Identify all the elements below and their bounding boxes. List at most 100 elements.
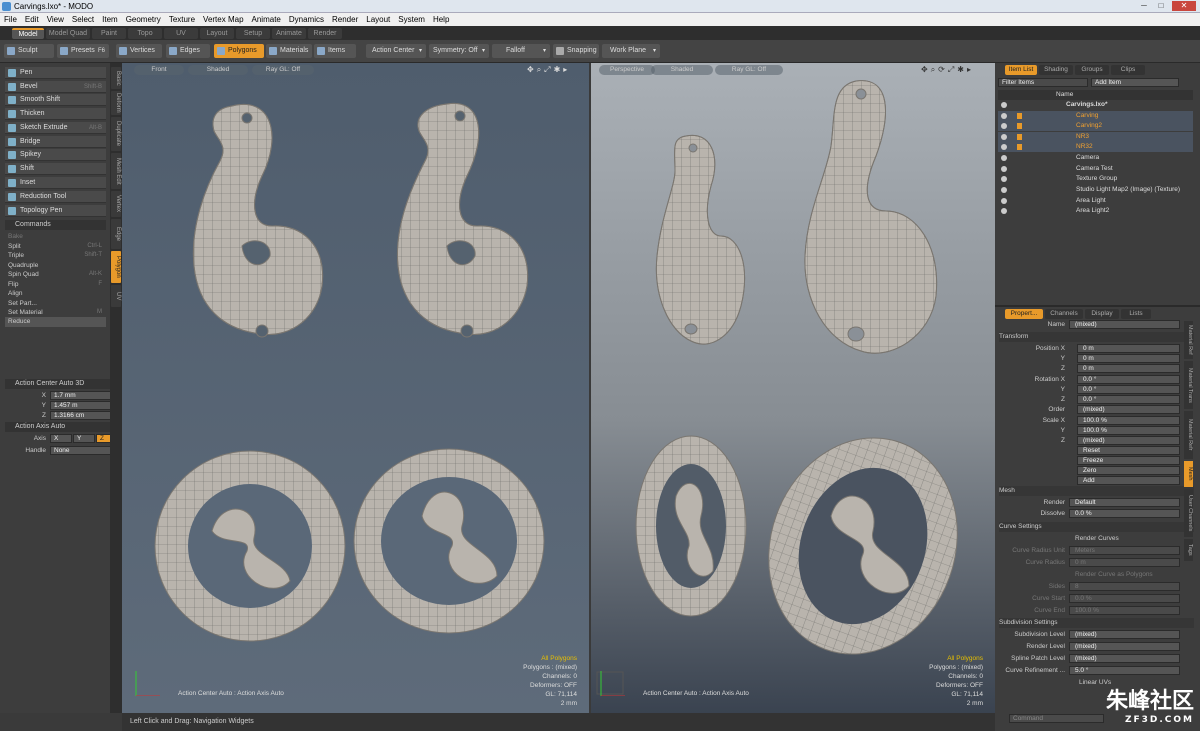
vtab-polygon[interactable]: Polygon <box>111 251 121 283</box>
menu-help[interactable]: Help <box>429 13 453 24</box>
raygl-toggle[interactable]: Ray GL: Off <box>252 65 314 75</box>
menu-file[interactable]: File <box>0 13 21 24</box>
shading-dropdown[interactable]: Shaded <box>188 65 248 75</box>
menu-system[interactable]: System <box>394 13 429 24</box>
position-z-field[interactable]: 0 m <box>1077 364 1180 373</box>
tab-item-list[interactable]: Item List <box>1005 65 1037 75</box>
maximize-button[interactable]: □ <box>1153 1 1169 11</box>
commands-header[interactable]: Commands <box>5 220 106 230</box>
tab-lists[interactable]: Lists <box>1121 309 1151 319</box>
spline-patch-level-field[interactable]: (mixed) <box>1069 654 1180 663</box>
command-input[interactable]: Command <box>1009 714 1104 723</box>
items-mode-button[interactable]: Items <box>314 44 356 58</box>
sketch-extrude-tool[interactable]: Sketch Extrude Alt-B <box>5 122 106 134</box>
vtab-uv[interactable]: UV <box>111 285 121 307</box>
vtab-duplicate[interactable]: Duplicate <box>111 117 121 151</box>
position-y-field[interactable]: 0 m <box>1077 354 1180 363</box>
item-row-carving2[interactable]: Carving2 <box>998 121 1193 131</box>
vtab-mesh[interactable]: Mesh <box>1184 461 1193 487</box>
viewport-perspective[interactable]: Perspective Shaded Ray GL: Off ✥⌕⟳⤢✱▸ Ac… <box>591 63 995 713</box>
menu-select[interactable]: Select <box>68 13 98 24</box>
spin-quad-command[interactable]: Spin Quad Alt-K <box>5 270 106 280</box>
minimize-button[interactable]: ─ <box>1136 1 1152 11</box>
thicken-tool[interactable]: Thicken <box>5 108 106 120</box>
vtab-edge[interactable]: Edge <box>111 219 121 249</box>
reduction-tool[interactable]: Reduction Tool <box>5 191 106 203</box>
scale-z-field[interactable]: (mixed) <box>1077 436 1180 445</box>
menu-texture[interactable]: Texture <box>165 13 199 24</box>
position-x-field[interactable]: 0 m <box>1077 344 1180 353</box>
rotation-x-field[interactable]: 0.0 ° <box>1077 375 1180 384</box>
name-field[interactable]: (mixed) <box>1069 320 1180 329</box>
tab-uv[interactable]: UV <box>164 28 198 39</box>
menu-animate[interactable]: Animate <box>248 13 285 24</box>
tab-layout[interactable]: Layout <box>200 28 234 39</box>
freeze-dropdown[interactable]: Freeze <box>1077 456 1180 465</box>
vtab-mesh-edit[interactable]: Mesh Edit <box>111 153 121 189</box>
curve-settings-header[interactable]: Curve Settings <box>999 522 1194 532</box>
tab-topo[interactable]: Topo <box>128 28 162 39</box>
mesh-header[interactable]: Mesh <box>999 486 1194 496</box>
inset-tool[interactable]: Inset <box>5 177 106 189</box>
view-type-dropdown[interactable]: Perspective <box>599 65 655 75</box>
topology-pen-tool[interactable]: Topology Pen <box>5 205 106 217</box>
menu-edit[interactable]: Edit <box>21 13 43 24</box>
reduce-command[interactable]: Reduce <box>5 317 106 327</box>
item-row-nr32[interactable]: NR32 <box>998 142 1193 152</box>
rotation-z-field[interactable]: 0.0 ° <box>1077 395 1180 404</box>
ac-z-field[interactable]: 1.3166 cm <box>50 411 116 420</box>
curve-end-field[interactable]: 100.0 % <box>1069 606 1180 615</box>
menu-vertex-map[interactable]: Vertex Map <box>199 13 247 24</box>
rotation-y-field[interactable]: 0.0 ° <box>1077 385 1180 394</box>
transform-header[interactable]: Transform <box>999 332 1194 342</box>
tab-model[interactable]: Model <box>12 28 44 39</box>
snapping-button[interactable]: Snapping <box>553 44 599 58</box>
bridge-tool[interactable]: Bridge <box>5 136 106 148</box>
shift-tool[interactable]: Shift <box>5 163 106 175</box>
tab-shading[interactable]: Shading <box>1039 65 1073 75</box>
vtab-basic[interactable]: Basic <box>111 67 121 89</box>
scale-y-field[interactable]: 100.0 % <box>1077 426 1180 435</box>
vtab-material-refr[interactable]: Material Refr <box>1184 411 1193 459</box>
item-row-camera-test[interactable]: Camera Test <box>998 164 1193 174</box>
spikey-tool[interactable]: Spikey <box>5 149 106 161</box>
symmetry-dropdown[interactable]: Symmetry: Off ▾ <box>429 44 489 58</box>
action-center-dropdown[interactable]: Action Center ▾ <box>366 44 426 58</box>
render-curves-checkbox[interactable]: Render Curves <box>1075 535 1135 542</box>
ac-x-field[interactable]: 1.7 mm <box>50 391 116 400</box>
tab-properties[interactable]: Propert... <box>1005 309 1043 319</box>
triple-command[interactable]: Triple Shift-T <box>5 251 106 261</box>
item-row-camera[interactable]: Camera <box>998 153 1193 163</box>
filter-items-field[interactable]: Filter Items <box>998 78 1088 87</box>
work-plane-dropdown[interactable]: Work Plane ▾ <box>602 44 660 58</box>
add-dropdown[interactable]: Add <box>1077 476 1180 485</box>
vertices-mode-button[interactable]: Vertices <box>116 44 162 58</box>
tab-groups[interactable]: Groups <box>1075 65 1109 75</box>
tab-clips[interactable]: Clips <box>1111 65 1145 75</box>
order-dropdown[interactable]: (mixed) <box>1077 405 1180 414</box>
render-level-field[interactable]: (mixed) <box>1069 642 1180 651</box>
smooth-shift-tool[interactable]: Smooth Shift <box>5 94 106 106</box>
tab-model-quad[interactable]: Model Quad <box>46 28 90 39</box>
render-dropdown[interactable]: Default <box>1069 498 1180 507</box>
action-center-header[interactable]: Action Center Auto 3D <box>5 379 122 389</box>
item-row-carving[interactable]: Carving <box>998 111 1193 121</box>
vtab-material-ref[interactable]: Material Ref <box>1184 321 1193 359</box>
view-type-dropdown[interactable]: Front <box>134 65 184 75</box>
dissolve-field[interactable]: 0.0 % <box>1069 509 1180 518</box>
close-button[interactable]: ✕ <box>1172 1 1196 11</box>
handle-dropdown[interactable]: None <box>50 446 118 455</box>
vtab-tags[interactable]: Tags <box>1184 539 1193 561</box>
bevel-tool[interactable]: Bevel Shift-B <box>5 81 106 93</box>
bake-command[interactable]: Bake <box>5 232 106 242</box>
menu-item[interactable]: Item <box>98 13 122 24</box>
item-row-studio-light[interactable]: Studio Light Map2 (Image) (Texture) <box>998 185 1193 195</box>
align-command[interactable]: Align <box>5 289 106 299</box>
materials-mode-button[interactable]: Materials <box>266 44 312 58</box>
falloff-dropdown[interactable]: Falloff ▾ <box>492 44 550 58</box>
action-axis-header[interactable]: Action Axis Auto <box>5 422 122 432</box>
subdivision-header[interactable]: Subdivision Settings <box>999 618 1194 628</box>
tab-render[interactable]: Render <box>308 28 342 39</box>
viewport-front[interactable]: Front Shaded Ray GL: Off ✥⌕⤢✱▸ Action Ce… <box>122 63 589 713</box>
menu-render[interactable]: Render <box>328 13 362 24</box>
